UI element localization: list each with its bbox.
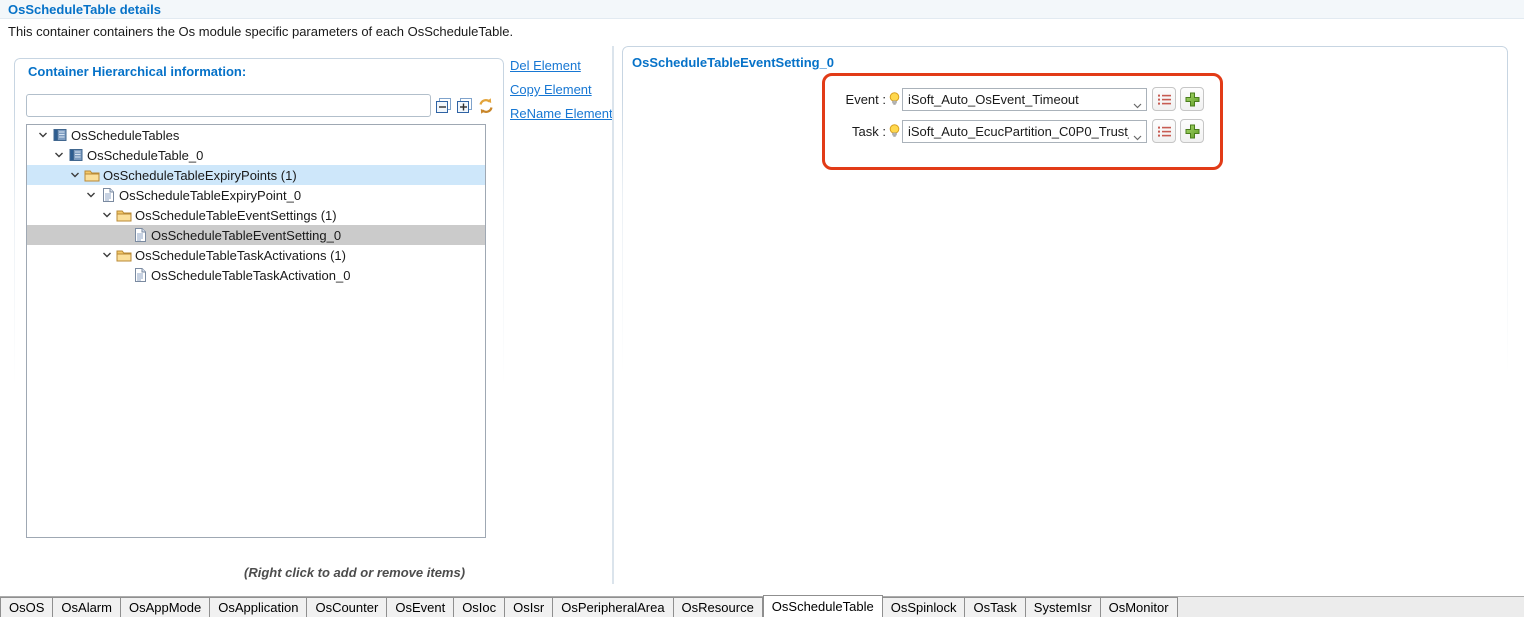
tree-item-label: OsScheduleTableTaskActivations (1) — [132, 248, 346, 263]
task-add-button[interactable] — [1180, 119, 1204, 143]
tab-osapplication[interactable]: OsApplication — [210, 597, 307, 617]
tab-systemisr[interactable]: SystemIsr — [1026, 597, 1101, 617]
del-element-link[interactable]: Del Element — [510, 58, 613, 73]
module-tab-bar: OsOSOsAlarmOsAppModeOsApplicationOsCount… — [0, 596, 1524, 617]
event-field-row: Event : iSoft_Auto_OsEvent_Timeout — [826, 87, 1204, 111]
chevron-down-icon[interactable] — [99, 210, 115, 220]
tab-osmonitor[interactable]: OsMonitor — [1101, 597, 1178, 617]
tab-osresource[interactable]: OsResource — [674, 597, 763, 617]
tab-osscheduletable[interactable]: OsScheduleTable — [763, 595, 883, 617]
book-icon — [67, 148, 84, 162]
chevron-down-icon[interactable] — [83, 190, 99, 200]
task-combobox-value: iSoft_Auto_EcucPartition_C0P0_Trust_OsTa — [908, 121, 1129, 142]
page-description: This container containers the Os module … — [8, 24, 513, 39]
document-icon — [131, 228, 148, 242]
event-add-button[interactable] — [1180, 87, 1204, 111]
chevron-down-icon[interactable] — [67, 170, 83, 180]
tab-osevent[interactable]: OsEvent — [387, 597, 454, 617]
task-label: Task : — [826, 124, 886, 139]
tree-item-osscheduletabletaskactivations-1[interactable]: OsScheduleTableTaskActivations (1) — [27, 245, 485, 265]
refresh-icon[interactable] — [476, 96, 495, 115]
tab-osappmode[interactable]: OsAppMode — [121, 597, 210, 617]
chevron-down-icon[interactable] — [1133, 97, 1142, 112]
task-combobox[interactable]: iSoft_Auto_EcucPartition_C0P0_Trust_OsTa — [902, 120, 1147, 143]
tab-ostask[interactable]: OsTask — [965, 597, 1025, 617]
tab-oscounter[interactable]: OsCounter — [307, 597, 387, 617]
collapse-all-icon[interactable] — [434, 96, 453, 115]
tree-item-osscheduletableeventsetting-0[interactable]: OsScheduleTableEventSetting_0 — [27, 225, 485, 245]
folder-icon — [83, 169, 100, 182]
tree-hint-text: (Right click to add or remove items) — [244, 565, 465, 580]
document-icon — [99, 188, 116, 202]
tree-item-label: OsScheduleTableExpiryPoints (1) — [100, 168, 297, 183]
tab-osisr[interactable]: OsIsr — [505, 597, 553, 617]
tree-toolbar — [434, 96, 495, 115]
event-combobox-value: iSoft_Auto_OsEvent_Timeout — [908, 89, 1129, 110]
rename-element-link[interactable]: ReName Element — [510, 106, 613, 121]
app-window: OsScheduleTable details This container c… — [0, 0, 1524, 617]
book-icon — [51, 128, 68, 142]
copy-element-link[interactable]: Copy Element — [510, 82, 613, 97]
tree-item-osscheduletable-0[interactable]: OsScheduleTable_0 — [27, 145, 485, 165]
task-field-row: Task : iSoft_Auto_EcucPartition_C0P0_Trus… — [826, 119, 1204, 143]
tree-item-osscheduletables[interactable]: OsScheduleTables — [27, 125, 485, 145]
tab-osioc[interactable]: OsIoc — [454, 597, 505, 617]
hierarchy-tree: OsScheduleTables OsScheduleTable_0 OsSched… — [26, 124, 486, 538]
tree-item-label: OsScheduleTableExpiryPoint_0 — [116, 188, 301, 203]
chevron-down-icon[interactable] — [35, 130, 51, 140]
tree-item-label: OsScheduleTables — [68, 128, 179, 143]
container-hierarchy-title: Container Hierarchical information: — [28, 64, 246, 79]
tab-osspinlock[interactable]: OsSpinlock — [883, 597, 966, 617]
tree-item-osscheduletableeventsettings-1[interactable]: OsScheduleTableEventSettings (1) — [27, 205, 485, 225]
folder-icon — [115, 209, 132, 222]
tree-item-osscheduletableexpirypoints-1[interactable]: OsScheduleTableExpiryPoints (1) — [27, 165, 485, 185]
tree-item-label: OsScheduleTableEventSettings (1) — [132, 208, 337, 223]
event-combobox[interactable]: iSoft_Auto_OsEvent_Timeout — [902, 88, 1147, 111]
page-header — [0, 0, 1524, 19]
chevron-down-icon[interactable] — [99, 250, 115, 260]
element-actions: Del Element Copy Element ReName Element — [510, 58, 613, 121]
expand-all-icon[interactable] — [455, 96, 474, 115]
tree-item-osscheduletabletaskactivation-0[interactable]: OsScheduleTableTaskActivation_0 — [27, 265, 485, 285]
task-list-button[interactable] — [1152, 119, 1176, 143]
tree-item-label: OsScheduleTableTaskActivation_0 — [148, 268, 350, 283]
tab-osperipheralarea[interactable]: OsPeripheralArea — [553, 597, 673, 617]
chevron-down-icon[interactable] — [1133, 129, 1142, 144]
chevron-down-icon[interactable] — [51, 150, 67, 160]
lightbulb-icon — [889, 92, 900, 106]
folder-icon — [115, 249, 132, 262]
document-icon — [131, 268, 148, 282]
event-list-button[interactable] — [1152, 87, 1176, 111]
event-label: Event : — [826, 92, 886, 107]
detail-panel-title: OsScheduleTableEventSetting_0 — [632, 55, 834, 70]
tree-item-osscheduletableexpirypoint-0[interactable]: OsScheduleTableExpiryPoint_0 — [27, 185, 485, 205]
tab-osos[interactable]: OsOS — [0, 597, 53, 617]
tree-search-input[interactable] — [26, 94, 431, 117]
page-title: OsScheduleTable details — [8, 2, 161, 17]
tree-item-label: OsScheduleTable_0 — [84, 148, 203, 163]
tree-item-label: OsScheduleTableEventSetting_0 — [148, 228, 341, 243]
panel-divider — [612, 46, 614, 584]
lightbulb-icon — [889, 124, 900, 138]
tab-osalarm[interactable]: OsAlarm — [53, 597, 121, 617]
